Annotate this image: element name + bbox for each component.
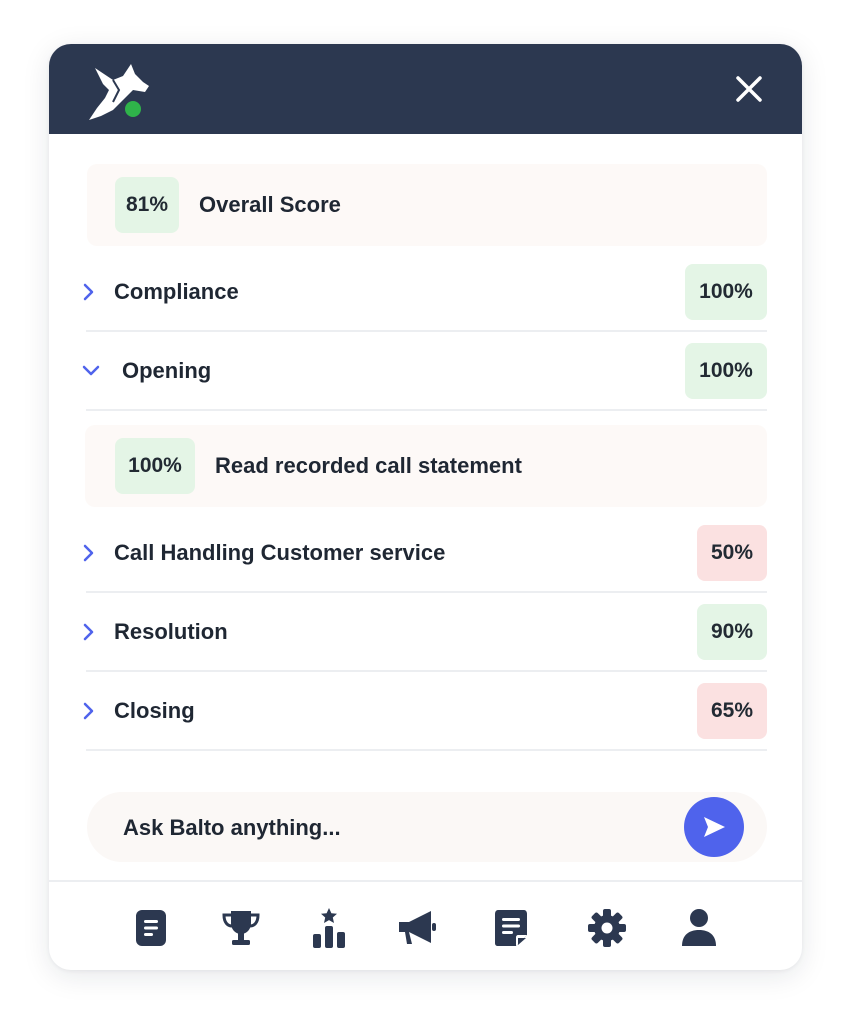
opening-detail-row: 100% Read recorded call statement xyxy=(85,425,767,507)
nav-trophy-button[interactable] xyxy=(219,906,263,950)
category-call-handling[interactable]: Call Handling Customer service 50% xyxy=(49,519,802,589)
category-score-badge: 65% xyxy=(697,683,767,739)
divider xyxy=(86,591,767,593)
ask-balto-input[interactable] xyxy=(121,806,645,850)
detail-label: Read recorded call statement xyxy=(215,453,522,478)
category-compliance[interactable]: Compliance 100% xyxy=(49,257,802,327)
category-score-badge: 100% xyxy=(685,343,767,399)
divider xyxy=(86,749,767,751)
overall-score-label: Overall Score xyxy=(199,192,341,217)
category-closing[interactable]: Closing 65% xyxy=(49,677,802,747)
megaphone-icon xyxy=(399,911,436,944)
category-score-badge: 100% xyxy=(685,264,767,320)
category-label: Closing xyxy=(114,698,195,723)
category-score-badge: 50% xyxy=(697,525,767,581)
category-resolution[interactable]: Resolution 90% xyxy=(49,598,802,668)
nav-settings-button[interactable] xyxy=(585,906,629,950)
bottom-nav xyxy=(49,882,802,970)
nav-document-button[interactable] xyxy=(129,906,173,950)
category-label: Opening xyxy=(122,358,212,383)
chat-bar xyxy=(87,792,767,862)
nav-notes-button[interactable] xyxy=(489,906,533,950)
close-icon[interactable] xyxy=(732,72,766,106)
category-label: Resolution xyxy=(114,619,228,644)
overall-score-badge: 81% xyxy=(115,177,179,233)
category-label: Compliance xyxy=(114,279,239,304)
divider xyxy=(86,330,767,332)
overall-score-row: 81% Overall Score xyxy=(87,164,767,246)
document-icon xyxy=(136,910,166,946)
notes-icon xyxy=(495,910,527,946)
chevron-right-icon[interactable] xyxy=(78,622,98,642)
panel-header xyxy=(49,44,802,134)
chevron-right-icon[interactable] xyxy=(78,282,98,302)
divider xyxy=(86,670,767,672)
divider xyxy=(86,409,767,411)
nav-megaphone-button[interactable] xyxy=(395,906,439,950)
dog-logo-icon xyxy=(89,64,149,120)
send-icon xyxy=(704,817,725,837)
chevron-down-icon[interactable] xyxy=(81,360,101,380)
chevron-right-icon[interactable] xyxy=(78,543,98,563)
user-icon xyxy=(682,909,716,946)
chevron-right-icon[interactable] xyxy=(78,701,98,721)
nav-leaderboard-button[interactable] xyxy=(307,906,351,950)
send-button[interactable] xyxy=(684,797,744,857)
trophy-icon xyxy=(222,911,260,945)
category-score-badge: 90% xyxy=(697,604,767,660)
category-label: Call Handling Customer service xyxy=(114,540,446,565)
nav-profile-button[interactable] xyxy=(677,906,721,950)
leaderboard-icon xyxy=(313,908,345,948)
gear-icon xyxy=(588,909,626,947)
category-opening[interactable]: Opening 100% xyxy=(49,336,802,406)
detail-score-badge: 100% xyxy=(115,438,195,494)
scorecard-panel: 81% Overall Score Compliance 100% Openin… xyxy=(49,44,802,970)
